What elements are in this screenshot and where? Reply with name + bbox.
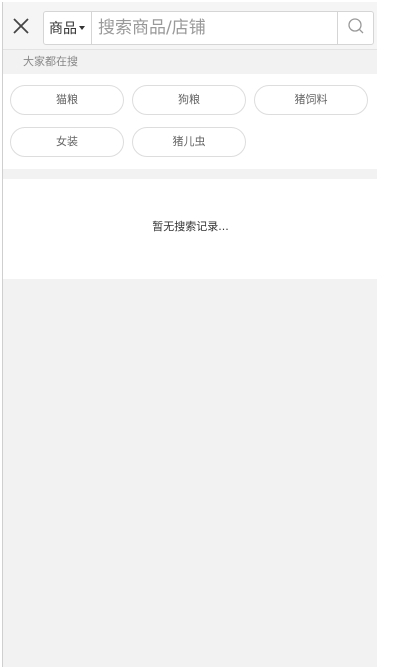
- category-select[interactable]: 商品: [44, 12, 92, 44]
- app-frame: 商品 大家都在搜 猫粮 狗粮 猪饲料 女装 猪儿虫 暂无搜索记录...: [2, 2, 377, 667]
- close-icon: [9, 14, 33, 38]
- search-box: 商品: [43, 11, 374, 45]
- search-input[interactable]: [94, 12, 334, 44]
- hot-tag[interactable]: 猪饲料: [254, 85, 368, 115]
- search-icon: [347, 17, 365, 39]
- hot-tags: 猫粮 狗粮 猪饲料 女装 猪儿虫: [3, 74, 377, 169]
- search-history: 暂无搜索记录...: [3, 179, 377, 279]
- chevron-down-icon: [79, 26, 85, 30]
- hot-tag[interactable]: 女装: [10, 127, 124, 157]
- search-header: 商品: [3, 2, 377, 50]
- hot-tag[interactable]: 猫粮: [10, 85, 124, 115]
- hot-tag[interactable]: 猪儿虫: [132, 127, 246, 157]
- category-label: 商品: [49, 21, 77, 37]
- hot-search-label: 大家都在搜: [3, 51, 377, 73]
- search-button[interactable]: [337, 12, 373, 44]
- history-empty-text: 暂无搜索记录...: [152, 220, 229, 233]
- close-button[interactable]: [9, 14, 33, 38]
- hot-tag[interactable]: 狗粮: [132, 85, 246, 115]
